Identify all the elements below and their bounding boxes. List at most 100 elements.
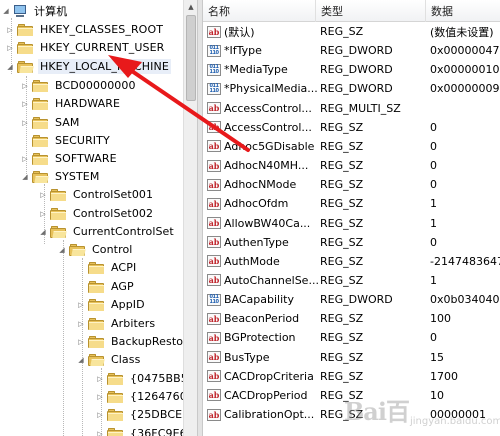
scrollbar-thumb[interactable] [186, 15, 196, 101]
value-type: REG_DWORD [320, 82, 393, 96]
collapse-triangle-icon[interactable]: ◢ [20, 167, 30, 186]
tree-item-class-guid[interactable]: ▷ {1264760F- [95, 387, 197, 406]
value-name-cell: ab CACDropPeriod [207, 386, 319, 405]
value-row[interactable]: ab CalibrationOpt... REG_SZ 00000001 [203, 405, 500, 424]
expand-triangle-icon[interactable]: ▷ [76, 314, 86, 333]
tree-item-label: SOFTWARE [55, 152, 117, 165]
expand-triangle-icon[interactable]: ▷ [38, 204, 48, 223]
tree-item-currentcontrolset[interactable]: ◢ CurrentControlSet [38, 222, 176, 241]
tree-item-hardware[interactable]: ▷ HARDWARE [20, 94, 122, 113]
tree-item-sam[interactable]: ▷ SAM [20, 113, 82, 132]
expand-triangle-icon[interactable]: ▷ [95, 424, 105, 436]
tree-item-software[interactable]: ▷ SOFTWARE [20, 149, 119, 168]
value-row[interactable]: ab CACDropCriteria REG_SZ 1700 [203, 367, 500, 386]
tree-item-arbiters[interactable]: ▷ Arbiters [76, 314, 157, 333]
value-row[interactable]: ab AuthMode REG_SZ -2147483647 [203, 252, 500, 271]
value-data: 0 [430, 331, 437, 345]
value-type: REG_SZ [320, 408, 364, 421]
value-row[interactable]: 011 110 BACapability REG_DWORD 0x0b034040 [203, 290, 500, 309]
value-name-cell: 011 110 *MediaType [207, 60, 319, 79]
list-header: 名称 类型 数据 [203, 0, 500, 22]
value-row[interactable]: ab AdhocN40MH... REG_SZ 0 [203, 156, 500, 175]
collapse-triangle-icon[interactable]: ◢ [57, 240, 67, 259]
tree-item-bcd[interactable]: ▷ BCD00000000 [20, 76, 138, 95]
tree-item-label: AGP [111, 280, 134, 293]
value-name: CACDropCriteria [224, 369, 314, 383]
string-value-icon: ab [207, 178, 221, 191]
tree-item-class-guid[interactable]: ▷ {25DBCE51 [95, 405, 197, 424]
value-name-cell: ab BusType [207, 348, 319, 367]
value-name-cell: 011 110 *IfType [207, 41, 319, 60]
value-row[interactable]: ab BGProtection REG_SZ 0 [203, 328, 500, 347]
value-row[interactable]: ab AuthenType REG_SZ 0 [203, 233, 500, 252]
value-row[interactable]: ab Adhoc5GDisable REG_SZ 0 [203, 137, 500, 156]
tree-root-computer[interactable]: ◢ 计算机 [1, 1, 69, 20]
value-row[interactable]: ab AdhocOfdm REG_SZ 1 [203, 194, 500, 213]
expand-triangle-icon[interactable]: ▷ [20, 76, 30, 95]
value-row[interactable]: ab AutoChannelSe... REG_SZ 1 [203, 271, 500, 290]
scroll-up-arrow-icon[interactable]: ▲ [184, 0, 197, 14]
folder-icon [88, 335, 104, 348]
collapse-triangle-icon[interactable]: ◢ [38, 222, 48, 241]
tree-item-hkey-classes-root[interactable]: ▷ HKEY_CLASSES_ROOT [5, 20, 165, 39]
value-row[interactable]: ab AccessControl... REG_MULTI_SZ [203, 99, 500, 118]
string-value-icon: ab [207, 102, 221, 115]
expand-triangle-icon[interactable]: ▷ [5, 20, 15, 39]
expand-triangle-icon[interactable]: ▷ [5, 38, 15, 57]
tree-item-backuprestore[interactable]: ▷ BackupRestore [76, 332, 196, 351]
folder-icon [107, 408, 123, 421]
value-row[interactable]: ab AdhocNMode REG_SZ 0 [203, 175, 500, 194]
column-header-type[interactable]: 类型 [316, 0, 426, 22]
expand-triangle-icon[interactable]: ▷ [95, 369, 105, 388]
value-row[interactable]: ab BusType REG_SZ 15 [203, 348, 500, 367]
value-row[interactable]: ab BeaconPeriod REG_SZ 100 [203, 309, 500, 328]
expand-triangle-icon[interactable]: ▷ [38, 185, 48, 204]
tree-item-label: CurrentControlSet [73, 225, 174, 238]
value-row[interactable]: 011 110 *PhysicalMedia... REG_DWORD 0x000000… [203, 79, 500, 98]
tree-vertical-scrollbar[interactable]: ▲ [183, 0, 197, 436]
tree-item-acpi[interactable]: ACPI [76, 258, 138, 277]
value-type: REG_SZ [320, 350, 364, 364]
tree-item-class[interactable]: ◢ Class [76, 350, 142, 369]
open-folder-icon [50, 225, 67, 238]
collapse-triangle-icon[interactable]: ◢ [1, 1, 11, 20]
column-header-data[interactable]: 数据 [426, 0, 500, 22]
value-row[interactable]: ab CACDropPeriod REG_SZ 10 [203, 386, 500, 405]
string-value-icon: ab [207, 236, 221, 249]
tree-item-control[interactable]: ◢ Control [57, 240, 134, 259]
tree-item-system[interactable]: ◢ SYSTEM [20, 167, 101, 186]
string-value-icon: ab [207, 159, 221, 172]
tree-item-controlset001[interactable]: ▷ ControlSet001 [38, 185, 155, 204]
expand-triangle-icon[interactable]: ▷ [20, 94, 30, 113]
value-row[interactable]: ab AccessControl... REG_SZ 0 [203, 118, 500, 137]
value-name-cell: ab AutoChannelSe... [207, 271, 319, 290]
value-type: REG_DWORD [320, 44, 393, 58]
tree-item-hkey-local-machine[interactable]: ◢ HKEY_LOCAL_MACHINE [5, 57, 171, 76]
string-value-icon: ab [207, 25, 221, 38]
tree-item-label: ACPI [111, 261, 137, 274]
column-header-name[interactable]: 名称 [203, 0, 316, 22]
tree-item-security[interactable]: SECURITY [20, 131, 112, 150]
tree-item-class-guid[interactable]: ▷ {0475BB51- [95, 369, 197, 388]
value-row[interactable]: 011 110 *IfType REG_DWORD 0x00000047 [203, 41, 500, 60]
value-row[interactable]: ab (默认) REG_SZ (数值未设置) [203, 22, 500, 41]
collapse-triangle-icon[interactable]: ◢ [5, 57, 15, 76]
expand-triangle-icon[interactable]: ▷ [20, 113, 30, 132]
value-name: AccessControl... [224, 120, 312, 134]
value-row[interactable]: 011 110 *MediaType REG_DWORD 0x00000010 [203, 60, 500, 79]
value-row[interactable]: ab AllowBW40Ca... REG_SZ 1 [203, 214, 500, 233]
tree-item-class-guid[interactable]: ▷ {36FC9E60- [95, 424, 197, 436]
tree-item-hkey-current-user[interactable]: ▷ HKEY_CURRENT_USER [5, 38, 166, 57]
tree-item-controlset002[interactable]: ▷ ControlSet002 [38, 204, 155, 223]
value-name: BeaconPeriod [224, 312, 300, 326]
tree-item-appid[interactable]: ▷ AppID [76, 295, 147, 314]
expand-triangle-icon[interactable]: ▷ [76, 332, 86, 351]
expand-triangle-icon[interactable]: ▷ [95, 405, 105, 424]
expand-triangle-icon[interactable]: ▷ [95, 387, 105, 406]
expand-triangle-icon[interactable]: ▷ [20, 149, 30, 168]
expand-triangle-icon[interactable]: ▷ [76, 295, 86, 314]
tree-item-agp[interactable]: AGP [76, 277, 136, 296]
collapse-triangle-icon[interactable]: ◢ [76, 350, 86, 369]
